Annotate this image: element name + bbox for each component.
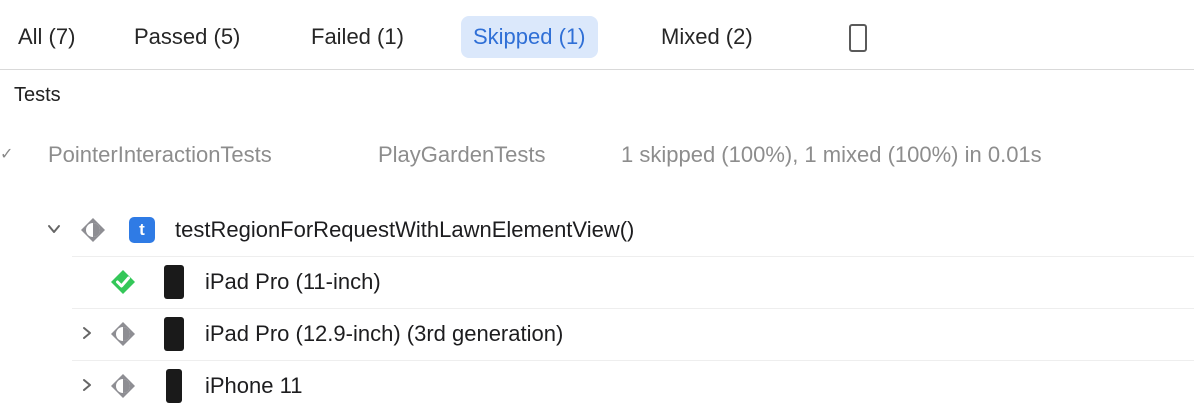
- test-row[interactable]: t testRegionForRequestWithLawnElementVie…: [0, 206, 1194, 256]
- iphone-icon: [166, 369, 182, 403]
- breadcrumb-test-target[interactable]: PlayGardenTests: [378, 142, 546, 168]
- chevron-right-icon[interactable]: [80, 378, 94, 392]
- divider: [72, 256, 1194, 257]
- filter-passed[interactable]: Passed (5): [122, 16, 252, 58]
- mixed-status-icon: [111, 374, 135, 398]
- run-device-name[interactable]: iPad Pro (12.9-inch) (3rd generation): [205, 321, 563, 347]
- filter-all[interactable]: All (7): [6, 16, 87, 58]
- chevron-down-icon[interactable]: ✓: [0, 144, 13, 163]
- mixed-status-icon: [81, 218, 105, 242]
- divider: [72, 308, 1194, 309]
- run-device-name[interactable]: iPhone 11: [205, 373, 302, 399]
- run-row[interactable]: iPad Pro (12.9-inch) (3rd generation): [0, 310, 1194, 360]
- filter-bar: All (7) Passed (5) Failed (1) Skipped (1…: [0, 0, 1194, 70]
- filter-skipped[interactable]: Skipped (1): [461, 16, 598, 58]
- test-name[interactable]: testRegionForRequestWithLawnElementView(…: [175, 217, 634, 243]
- section-title: Tests: [14, 84, 61, 106]
- filter-mixed[interactable]: Mixed (2): [649, 16, 765, 58]
- run-row[interactable]: iPad Pro (11-inch): [0, 258, 1194, 308]
- test-method-icon: t: [129, 217, 155, 243]
- run-device-name[interactable]: iPad Pro (11-inch): [205, 269, 381, 295]
- ipad-icon: [164, 317, 184, 351]
- breadcrumb-test-class[interactable]: PointerInteractionTests: [48, 142, 272, 168]
- chevron-down-icon[interactable]: [47, 222, 61, 236]
- mixed-status-icon: [111, 322, 135, 346]
- run-row[interactable]: iPhone 11: [0, 362, 1194, 412]
- iphone-icon[interactable]: [849, 24, 867, 52]
- chevron-right-icon[interactable]: [80, 326, 94, 340]
- suite-summary: 1 skipped (100%), 1 mixed (100%) in 0.01…: [621, 142, 1042, 167]
- suite-row[interactable]: ✓ PointerInteractionTests PlayGardenTest…: [0, 130, 1194, 180]
- passed-status-icon: [111, 270, 135, 294]
- filter-failed[interactable]: Failed (1): [299, 16, 416, 58]
- ipad-icon: [164, 265, 184, 299]
- divider: [72, 360, 1194, 361]
